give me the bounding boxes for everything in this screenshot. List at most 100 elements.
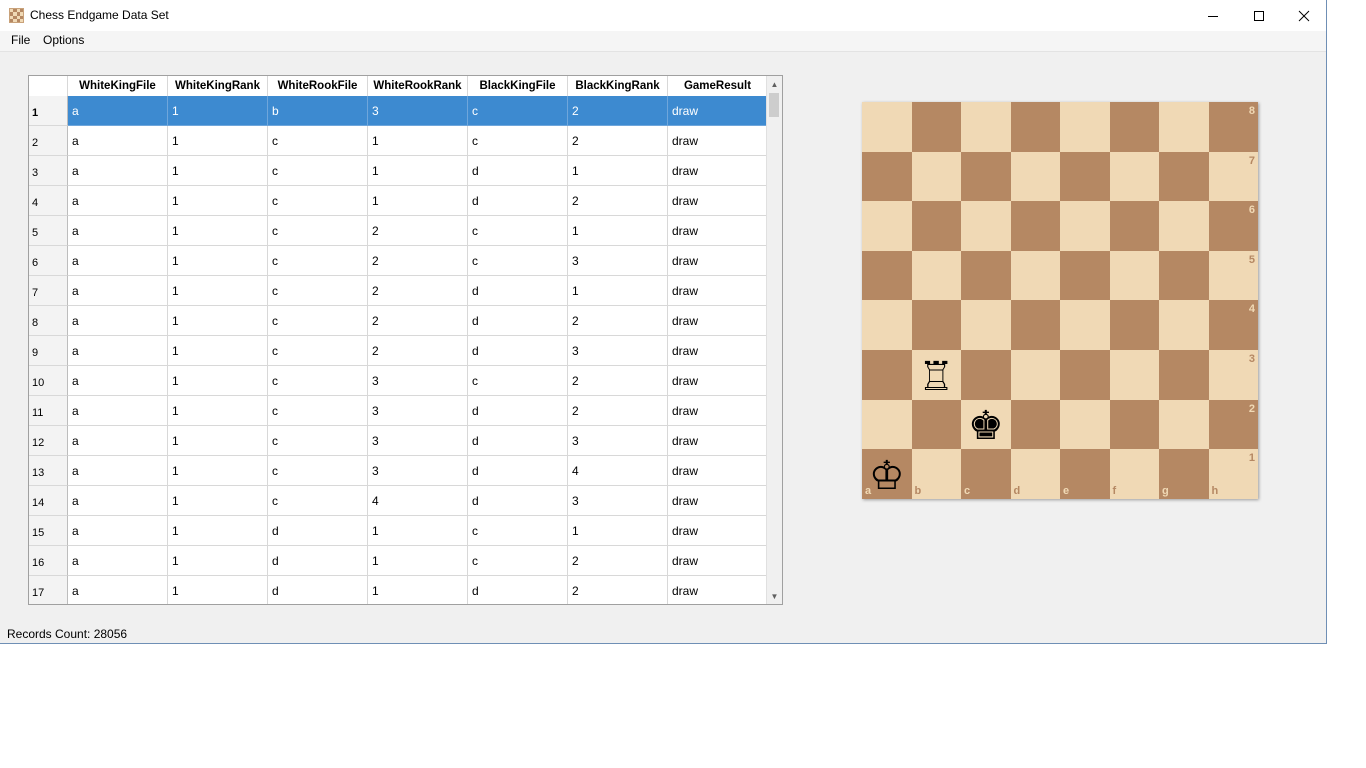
table-row[interactable]: 17 a 1 d 1 d 2 draw	[29, 576, 768, 604]
square-a3[interactable]	[862, 349, 912, 400]
table-cell[interactable]: 1	[168, 96, 268, 126]
table-cell[interactable]: d	[468, 186, 568, 216]
vertical-scrollbar[interactable]: ▲ ▼	[766, 76, 782, 604]
table-cell[interactable]: 2	[568, 576, 668, 604]
table-cell[interactable]: 1	[368, 576, 468, 604]
square-b7[interactable]	[911, 151, 961, 202]
table-row[interactable]: 12 a 1 c 3 d 3 draw	[29, 426, 768, 456]
scroll-down-arrow-icon[interactable]: ▼	[767, 588, 782, 604]
chess-board[interactable]: 8 7 6 5 4 ♖ 3 ♚ 2 a ♔ b c d e f g 1 h	[862, 102, 1258, 499]
table-cell[interactable]: 2	[368, 216, 468, 246]
table-cell[interactable]: draw	[668, 366, 768, 396]
table-cell[interactable]: c	[468, 516, 568, 546]
square-d1[interactable]: d	[1010, 449, 1060, 499]
column-header[interactable]: WhiteKingRank	[168, 76, 268, 96]
table-cell[interactable]: 2	[568, 546, 668, 576]
square-f2[interactable]	[1109, 399, 1159, 450]
row-number[interactable]: 5	[29, 216, 68, 246]
table-cell[interactable]: c	[268, 486, 368, 516]
row-number[interactable]: 7	[29, 276, 68, 306]
square-g8[interactable]	[1159, 102, 1209, 152]
table-cell[interactable]: 1	[168, 516, 268, 546]
table-cell[interactable]: 1	[168, 456, 268, 486]
square-d2[interactable]	[1010, 399, 1060, 450]
table-cell[interactable]: draw	[668, 546, 768, 576]
square-e2[interactable]	[1060, 399, 1110, 450]
table-cell[interactable]: d	[468, 306, 568, 336]
white-king-icon[interactable]: ♔	[862, 449, 912, 499]
table-cell[interactable]: 1	[168, 126, 268, 156]
table-cell[interactable]: a	[68, 216, 168, 246]
table-cell[interactable]: 1	[168, 246, 268, 276]
square-a7[interactable]	[862, 151, 912, 202]
table-cell[interactable]: draw	[668, 576, 768, 604]
table-cell[interactable]: draw	[668, 126, 768, 156]
column-header[interactable]: BlackKingRank	[568, 76, 668, 96]
table-cell[interactable]: draw	[668, 276, 768, 306]
square-h7[interactable]: 7	[1208, 151, 1258, 202]
square-c7[interactable]	[961, 151, 1011, 202]
square-f1[interactable]: f	[1109, 449, 1159, 499]
table-cell[interactable]: d	[468, 156, 568, 186]
table-cell[interactable]: a	[68, 156, 168, 186]
table-row[interactable]: 5 a 1 c 2 c 1 draw	[29, 216, 768, 246]
table-cell[interactable]: a	[68, 336, 168, 366]
table-row[interactable]: 6 a 1 c 2 c 3 draw	[29, 246, 768, 276]
column-header[interactable]: WhiteKingFile	[68, 76, 168, 96]
table-cell[interactable]: 1	[168, 486, 268, 516]
square-b8[interactable]	[911, 102, 961, 152]
table-cell[interactable]: d	[468, 276, 568, 306]
table-cell[interactable]: a	[68, 366, 168, 396]
table-cell[interactable]: c	[268, 336, 368, 366]
square-g5[interactable]	[1159, 250, 1209, 301]
table-cell[interactable]: c	[268, 366, 368, 396]
square-e4[interactable]	[1060, 300, 1110, 350]
table-cell[interactable]: a	[68, 486, 168, 516]
minimize-button[interactable]	[1190, 0, 1236, 31]
square-c5[interactable]	[961, 250, 1011, 301]
table-cell[interactable]: 3	[568, 246, 668, 276]
table-cell[interactable]: 3	[568, 426, 668, 456]
table-cell[interactable]: c	[268, 276, 368, 306]
row-number[interactable]: 2	[29, 126, 68, 156]
square-e3[interactable]	[1060, 349, 1110, 400]
square-d8[interactable]	[1010, 102, 1060, 152]
square-f7[interactable]	[1109, 151, 1159, 202]
square-h3[interactable]: 3	[1208, 349, 1258, 400]
table-cell[interactable]: a	[68, 186, 168, 216]
black-king-icon[interactable]: ♚	[961, 400, 1011, 450]
table-cell[interactable]: 1	[168, 306, 268, 336]
table-cell[interactable]: 1	[168, 186, 268, 216]
square-a4[interactable]	[862, 300, 912, 350]
square-e6[interactable]	[1060, 201, 1110, 251]
table-row[interactable]: 16 a 1 d 1 c 2 draw	[29, 546, 768, 576]
scrollbar-thumb[interactable]	[769, 93, 779, 117]
table-cell[interactable]: 1	[168, 276, 268, 306]
row-number[interactable]: 14	[29, 486, 68, 516]
table-cell[interactable]: 1	[368, 126, 468, 156]
menu-file[interactable]: File	[11, 33, 30, 47]
row-number[interactable]: 15	[29, 516, 68, 546]
table-cell[interactable]: 3	[568, 486, 668, 516]
maximize-button[interactable]	[1236, 0, 1282, 31]
table-cell[interactable]: 1	[168, 426, 268, 456]
square-b6[interactable]	[911, 201, 961, 251]
row-number[interactable]: 4	[29, 186, 68, 216]
row-number[interactable]: 13	[29, 456, 68, 486]
square-a2[interactable]	[862, 399, 912, 450]
square-h4[interactable]: 4	[1208, 300, 1258, 350]
square-c3[interactable]	[961, 349, 1011, 400]
table-cell[interactable]: 1	[368, 516, 468, 546]
square-g6[interactable]	[1159, 201, 1209, 251]
row-number[interactable]: 6	[29, 246, 68, 276]
table-row[interactable]: 13 a 1 c 3 d 4 draw	[29, 456, 768, 486]
table-cell[interactable]: c	[468, 366, 568, 396]
table-cell[interactable]: 1	[168, 336, 268, 366]
column-header[interactable]: WhiteRookFile	[268, 76, 368, 96]
square-c1[interactable]: c	[961, 449, 1011, 499]
table-cell[interactable]: c	[268, 306, 368, 336]
title-bar[interactable]: Chess Endgame Data Set	[0, 0, 1326, 31]
table-cell[interactable]: d	[468, 426, 568, 456]
table-cell[interactable]: c	[468, 126, 568, 156]
square-g3[interactable]	[1159, 349, 1209, 400]
